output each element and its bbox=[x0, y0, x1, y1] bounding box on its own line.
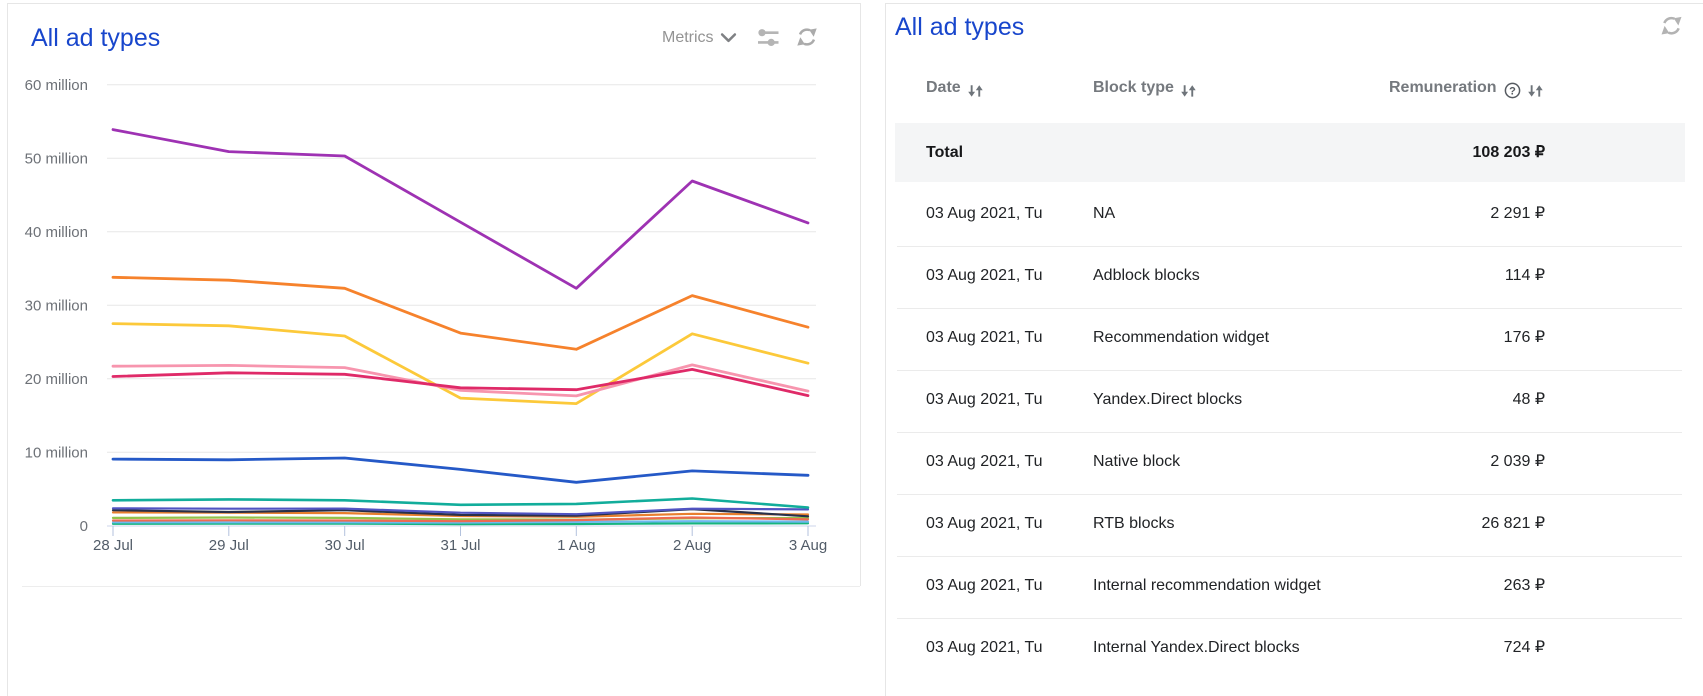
svg-text:30 million: 30 million bbox=[25, 297, 88, 314]
svg-text:?: ? bbox=[1509, 86, 1516, 98]
svg-text:31 Jul: 31 Jul bbox=[440, 537, 480, 554]
svg-text:60 million: 60 million bbox=[25, 77, 88, 94]
svg-text:20 million: 20 million bbox=[25, 371, 88, 388]
svg-text:40 million: 40 million bbox=[25, 224, 88, 241]
svg-text:3 Aug: 3 Aug bbox=[789, 537, 827, 554]
svg-text:2 Aug: 2 Aug bbox=[673, 537, 711, 554]
svg-text:30 Jul: 30 Jul bbox=[325, 537, 365, 554]
svg-text:50 million: 50 million bbox=[25, 151, 88, 168]
svg-text:0: 0 bbox=[80, 518, 88, 535]
svg-text:10 million: 10 million bbox=[25, 444, 88, 461]
svg-text:1 Aug: 1 Aug bbox=[557, 537, 595, 554]
svg-text:29 Jul: 29 Jul bbox=[209, 537, 249, 554]
svg-text:28 Jul: 28 Jul bbox=[93, 537, 133, 554]
